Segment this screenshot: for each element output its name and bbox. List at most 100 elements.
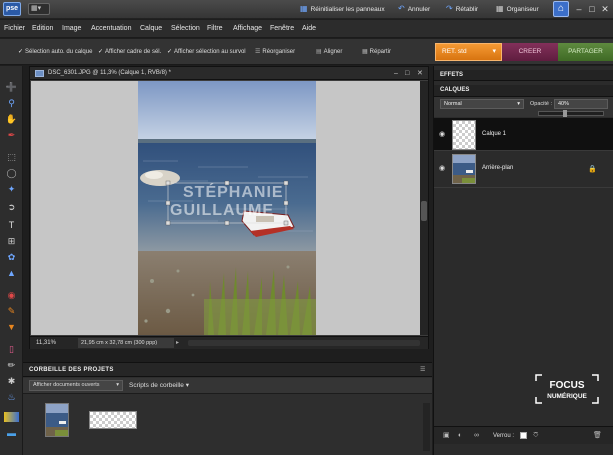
align-icon: ▤ xyxy=(316,49,322,55)
menu-help[interactable]: Aide xyxy=(302,23,316,35)
shape-tool-icon[interactable]: ▬ xyxy=(4,426,19,440)
minimize-button[interactable]: – xyxy=(574,3,584,15)
status-menu-arrow-icon[interactable]: ▸ xyxy=(176,338,179,349)
eye-icon[interactable]: ◉ xyxy=(439,164,445,172)
crop-tool-icon[interactable]: ⊞ xyxy=(4,234,19,248)
menu-edit[interactable]: Edition xyxy=(32,23,53,35)
layers-panel-header[interactable]: CALQUES xyxy=(434,85,613,97)
project-bin-options: Afficher documents ouverts ▾ Scripts de c… xyxy=(23,378,432,394)
bin-scripts-dropdown[interactable]: Scripts de corbeille ▾ xyxy=(129,380,189,391)
marquee-tool-icon[interactable]: ⬚ xyxy=(4,150,19,164)
arrange-dropdown[interactable]: ☰ Réorganiser xyxy=(255,46,295,58)
close-button[interactable]: ✕ xyxy=(600,3,610,15)
menu-image[interactable]: Image xyxy=(62,23,81,35)
menu-select[interactable]: Sélection xyxy=(171,23,200,35)
hand-tool-icon[interactable]: ✋ xyxy=(4,112,19,126)
document-close-button[interactable]: ✕ xyxy=(417,67,423,80)
app-logo: pse xyxy=(3,2,21,16)
reset-panels-button[interactable]: ▦ Réinitialiser les panneaux xyxy=(300,3,385,15)
eyedropper-tool-icon[interactable]: ✒ xyxy=(4,128,19,142)
layer-row-background[interactable]: ◉ Arrière-plan 🔒 xyxy=(434,152,613,188)
blend-mode-dropdown[interactable]: Normal ▾ xyxy=(440,99,524,109)
check-icon: ✓ xyxy=(98,49,104,55)
zoom-tool-icon[interactable]: ⚲ xyxy=(4,96,19,110)
brush-tool-icon[interactable]: ✏ xyxy=(4,358,19,372)
effects-panel-header[interactable]: EFFETS xyxy=(434,70,613,81)
document-tab[interactable]: DSC_6301.JPG @ 11,3% (Calque 1, RVB/8) *… xyxy=(30,67,428,80)
link-layers-icon[interactable]: ∞ xyxy=(474,430,479,442)
paint-bucket-tool-icon[interactable]: ♨ xyxy=(4,390,19,404)
menu-window[interactable]: Fenêtre xyxy=(270,23,294,35)
magic-wand-tool-icon[interactable]: ✦ xyxy=(4,182,19,196)
menu-layer[interactable]: Calque xyxy=(140,23,162,35)
menu-enhance[interactable]: Accentuation xyxy=(91,23,131,35)
document-maximize-button[interactable]: □ xyxy=(405,67,409,80)
zoom-level[interactable]: 11,31% xyxy=(36,337,56,350)
document-status-bar: 11,31% 21,95 cm x 32,78 cm (300 ppp) ▸ xyxy=(30,336,428,349)
home-button[interactable]: ⌂ xyxy=(553,1,569,17)
redo-button[interactable]: ↷ Rétablir xyxy=(446,3,478,15)
background-thumbnail-image xyxy=(453,155,475,183)
create-tab[interactable]: CREER xyxy=(502,43,558,61)
show-documents-dropdown[interactable]: Afficher documents ouverts ▾ xyxy=(29,380,123,391)
move-tool-icon[interactable]: ➕ xyxy=(4,80,19,94)
vertical-scrollbar[interactable] xyxy=(420,81,428,335)
organizer-button[interactable]: ▦ Organiseur xyxy=(496,3,539,15)
toolbox: ➕ ⚲ ✋ ✒ ⬚ ◯ ✦ ➲ T ⊞ ✿ ▲ ◉ ✎ ▼ ▯ ✏ ✱ ♨ ▬ xyxy=(0,66,23,455)
workspace-menu-button[interactable]: ▦▾ xyxy=(28,3,50,15)
show-rollover-checkbox[interactable]: ✓ Afficher sélection au survol xyxy=(167,46,246,58)
document-minimize-button[interactable]: – xyxy=(394,67,398,80)
chevron-down-icon: ▾ xyxy=(492,48,496,55)
clone-stamp-tool-icon[interactable]: ▼ xyxy=(4,320,19,334)
new-layer-icon[interactable]: ▣ xyxy=(443,430,450,442)
chevron-down-icon: ▾ xyxy=(116,382,119,388)
edit-mode-tab[interactable]: RET. std ▾ xyxy=(435,43,502,61)
undo-button[interactable]: ↶ Annuler xyxy=(398,3,430,15)
opacity-slider[interactable] xyxy=(538,110,604,117)
auto-select-layer-checkbox[interactable]: ✓ Sélection auto. du calque xyxy=(18,46,92,58)
healing-brush-tool-icon[interactable]: ✎ xyxy=(4,304,19,318)
maximize-button[interactable]: □ xyxy=(587,3,597,15)
lock-all-icon[interactable]: ⎏ xyxy=(533,430,539,442)
align-dropdown[interactable]: ▤ Aligner xyxy=(316,46,342,58)
lasso-tool-icon[interactable]: ◯ xyxy=(4,166,19,180)
project-thumbnail-layer[interactable] xyxy=(89,411,137,429)
lock-transparency-checkbox[interactable] xyxy=(520,432,527,439)
focus-numerique-logo: FOCUS NUMÉRIQUE xyxy=(532,371,602,407)
straighten-tool-icon[interactable]: ▲ xyxy=(4,266,19,280)
layer-row-selected[interactable]: ◉ Calque 1 xyxy=(434,118,613,151)
check-icon: ✓ xyxy=(167,49,173,55)
type-tool-icon[interactable]: T xyxy=(4,218,19,232)
watermark-text-top: STÉPHANIE xyxy=(183,182,284,201)
distribute-dropdown[interactable]: ▦ Répartir xyxy=(362,46,391,58)
trash-icon[interactable]: 🗑 xyxy=(593,430,602,442)
undo-icon: ↶ xyxy=(398,4,405,13)
cookie-cutter-tool-icon[interactable]: ✿ xyxy=(4,250,19,264)
smart-brush-tool-icon[interactable]: ✱ xyxy=(4,374,19,388)
layer-controls: Normal ▾ Opacité : 40% xyxy=(434,97,613,117)
opacity-slider-thumb[interactable] xyxy=(563,110,567,117)
red-eye-tool-icon[interactable]: ◉ xyxy=(4,288,19,302)
adjustment-layer-icon[interactable]: ◐ xyxy=(458,430,462,442)
share-tab[interactable]: PARTAGER xyxy=(558,43,613,61)
menu-file[interactable]: Fichier xyxy=(4,23,25,35)
canvas[interactable]: STÉPHANIE GUILLAUME xyxy=(31,81,420,335)
gradient-tool-icon[interactable] xyxy=(4,412,19,422)
eye-icon[interactable]: ◉ xyxy=(439,130,445,138)
project-thumbnail-photo[interactable] xyxy=(45,403,69,437)
scrollbar-thumb[interactable] xyxy=(421,201,427,221)
horizontal-scrollbar[interactable] xyxy=(188,340,420,346)
project-bin-header[interactable]: CORBEILLE DES PROJETS ☰ xyxy=(23,363,432,377)
document-dimensions: 21,95 cm x 32,78 cm (300 ppp) xyxy=(78,338,174,348)
opacity-input[interactable]: 40% xyxy=(554,99,608,109)
home-icon: ⌂ xyxy=(557,3,565,14)
document-icon xyxy=(35,70,44,77)
show-bounding-box-checkbox[interactable]: ✓ Afficher cadre de sél. xyxy=(98,46,161,58)
panel-menu-icon[interactable]: ☰ xyxy=(420,363,425,377)
menu-bar: Fichier Edition Image Accentuation Calqu… xyxy=(0,20,613,38)
quick-selection-tool-icon[interactable]: ➲ xyxy=(4,200,19,214)
eraser-tool-icon[interactable]: ▯ xyxy=(4,342,19,356)
menu-view[interactable]: Affichage xyxy=(233,23,262,35)
menu-filter[interactable]: Filtre xyxy=(207,23,223,35)
project-bin-scrollbar[interactable] xyxy=(423,403,430,451)
